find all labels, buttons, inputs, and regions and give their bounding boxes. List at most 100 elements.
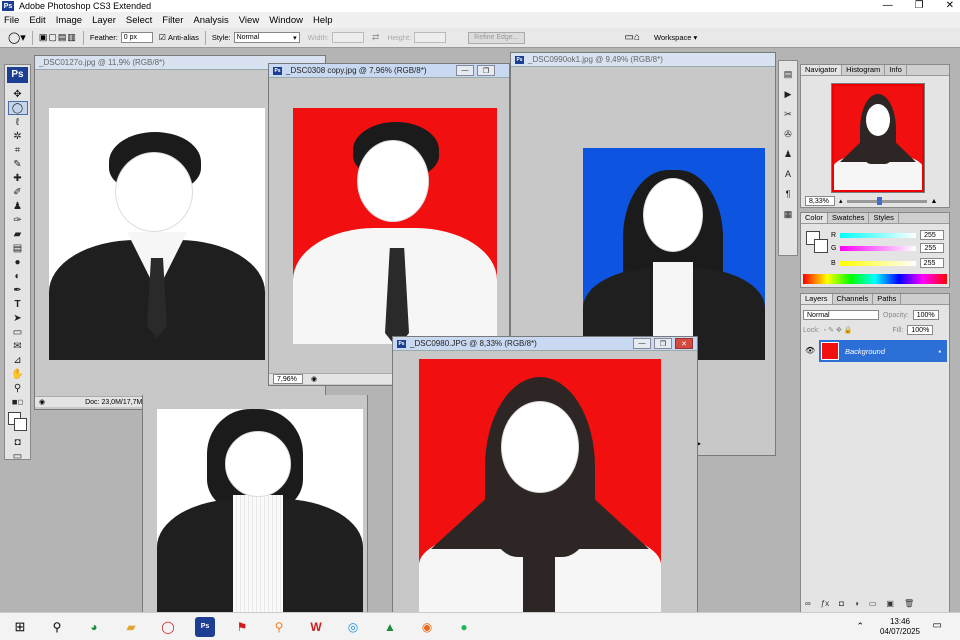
google-drive-icon[interactable]: ▲ — [380, 617, 400, 637]
brushes-panel-icon[interactable]: ✇ — [781, 127, 795, 141]
clone-source-icon[interactable]: ♟ — [781, 147, 795, 161]
feather-input[interactable]: 0 px — [120, 32, 153, 43]
antialias-checkbox[interactable]: ☑ — [159, 33, 166, 42]
shape-tool-icon[interactable]: ▭ — [8, 325, 28, 339]
width-input[interactable] — [331, 32, 364, 43]
adjustment-layer-icon[interactable]: ◑ — [854, 599, 859, 608]
menu-image[interactable]: Image — [56, 15, 82, 26]
default-colors-icon[interactable]: ◼◻ — [8, 395, 28, 409]
pdf-reader-icon[interactable]: ⚑ — [232, 617, 252, 637]
chrome-icon[interactable]: ◕ — [84, 617, 104, 637]
tray-chevron-up-icon[interactable]: ⌃ — [856, 621, 864, 632]
new-layer-icon[interactable]: ▣ — [886, 599, 894, 608]
document-title-bar[interactable]: Ps _DSC0308 copy.jpg @ 7,96% (RGB/8*) — … — [269, 64, 509, 78]
workspace-button[interactable]: Workspace ▾ — [654, 33, 697, 42]
navigator-view-box[interactable] — [832, 84, 924, 192]
new-group-icon[interactable]: ▭ — [869, 599, 877, 608]
tab-navigator[interactable]: Navigator — [801, 65, 843, 75]
menu-window[interactable]: Window — [269, 15, 303, 26]
spotify-icon[interactable]: ● — [454, 617, 474, 637]
lock-icons[interactable]: ▫ ✎ ✥ 🔒 — [824, 326, 853, 334]
close-button[interactable]: ✕ — [946, 0, 954, 11]
document-window-5[interactable] — [142, 395, 368, 615]
menu-layer[interactable]: Layer — [92, 15, 116, 26]
magic-wand-icon[interactable]: ✲ — [8, 129, 28, 143]
zoom-out-icon[interactable]: ▴ — [839, 197, 843, 205]
edge-icon[interactable]: ◎ — [343, 617, 363, 637]
channel-r-input[interactable]: 255 — [920, 230, 945, 240]
type-tool-icon[interactable]: T — [8, 297, 28, 311]
menu-filter[interactable]: Filter — [162, 15, 183, 26]
elliptical-marquee-icon[interactable]: ◯▾ — [8, 31, 26, 44]
zoom-input[interactable]: 7,96% — [273, 374, 303, 384]
eyedropper-icon[interactable]: ✎ — [8, 157, 28, 171]
lasso-tool-icon[interactable]: ℓ — [8, 115, 28, 129]
tab-histogram[interactable]: Histogram — [842, 65, 886, 75]
visibility-eye-icon[interactable]: 👁 — [805, 346, 815, 355]
workspace-icon[interactable]: ▭⌂ — [625, 32, 641, 43]
menu-file[interactable]: File — [4, 15, 19, 26]
document-title-bar[interactable]: Ps _DSC0980.JPG @ 8,33% (RGB/8*) — ❐ ✕ — [393, 337, 697, 351]
character-panel-icon[interactable]: A — [781, 167, 795, 181]
tab-channels[interactable]: Channels — [833, 294, 874, 304]
doc-minimize-button[interactable]: — — [633, 338, 651, 349]
channel-b-slider[interactable] — [839, 260, 916, 266]
brush-tool-icon[interactable]: ✐ — [8, 185, 28, 199]
doc-close-button[interactable]: ✕ — [675, 338, 693, 349]
color-spectrum-ramp[interactable] — [803, 274, 947, 284]
status-info-icon[interactable]: ◉ — [39, 398, 45, 406]
windows-start-icon[interactable]: ⊞ — [10, 617, 30, 637]
document-window-4[interactable]: Ps _DSC0980.JPG @ 8,33% (RGB/8*) — ❐ ✕ — [392, 336, 698, 615]
foreground-background-swatch[interactable] — [7, 411, 29, 433]
navigator-zoom-slider[interactable] — [846, 196, 927, 205]
menu-edit[interactable]: Edit — [29, 15, 45, 26]
tab-swatches[interactable]: Swatches — [828, 213, 870, 223]
opera-icon[interactable]: ◯ — [158, 617, 178, 637]
tool-presets-icon[interactable]: ✂ — [781, 107, 795, 121]
photoshop-taskbar-icon[interactable]: Ps — [195, 616, 215, 637]
color-swatch-pair[interactable] — [806, 231, 830, 255]
opacity-input[interactable]: 100% — [912, 310, 939, 320]
minimize-button[interactable]: — — [883, 0, 893, 11]
screen-mode-icon[interactable]: ▭ — [8, 449, 28, 463]
blur-tool-icon[interactable]: ● — [8, 255, 28, 269]
notes-tool-icon[interactable]: ✉ — [8, 339, 28, 353]
refine-edge-button[interactable]: Refine Edge... — [468, 31, 525, 44]
system-clock[interactable]: 13:46 04/07/2025 — [880, 617, 920, 637]
wps-office-icon[interactable]: W — [306, 617, 326, 637]
delete-layer-icon[interactable]: 🗑 — [904, 599, 914, 608]
zoom-tool-icon[interactable]: ⚲ — [8, 381, 28, 395]
path-selection-icon[interactable]: ➤ — [8, 311, 28, 325]
layer-style-icon[interactable]: ƒx — [821, 599, 829, 608]
elliptical-marquee-tool-icon[interactable]: ◯ — [7, 101, 28, 115]
paragraph-panel-icon[interactable]: ¶ — [781, 187, 795, 201]
history-panel-icon[interactable]: ▤ — [781, 67, 795, 81]
notifications-icon[interactable]: ▭ — [933, 620, 942, 631]
search-icon[interactable]: ⚲ — [47, 617, 67, 637]
swap-icon[interactable]: ⇄ — [372, 32, 380, 43]
layer-mask-icon[interactable]: ◘ — [839, 599, 844, 608]
doc-restore-button[interactable]: ❐ — [477, 65, 495, 76]
tab-color[interactable]: Color — [801, 213, 828, 223]
layer-background[interactable]: Background ▪ — [819, 340, 947, 362]
dodge-tool-icon[interactable]: ◐ — [8, 269, 28, 283]
doc-restore-button[interactable]: ❐ — [654, 338, 672, 349]
search-app-icon[interactable]: ⚲ — [269, 617, 289, 637]
blend-mode-select[interactable]: Normal — [803, 310, 879, 320]
doc-minimize-button[interactable]: — — [456, 65, 474, 76]
navigator-thumbnail[interactable] — [831, 83, 925, 193]
status-info-icon[interactable]: ◉ — [311, 375, 317, 383]
clone-stamp-icon[interactable]: ♟ — [8, 199, 28, 213]
pen-tool-icon[interactable]: ✒ — [8, 283, 28, 297]
gradient-tool-icon[interactable]: ▤ — [8, 241, 28, 255]
channel-g-input[interactable]: 255 — [920, 243, 945, 253]
height-input[interactable] — [414, 32, 447, 43]
layer-comps-icon[interactable]: ▦ — [781, 207, 795, 221]
channel-g-slider[interactable] — [840, 245, 917, 251]
restore-button[interactable]: ❐ — [915, 0, 924, 11]
tab-layers[interactable]: Layers — [801, 294, 833, 304]
tab-info[interactable]: Info — [885, 65, 907, 75]
menu-view[interactable]: View — [239, 15, 259, 26]
link-layers-icon[interactable]: ∞ — [805, 599, 811, 608]
tab-paths[interactable]: Paths — [873, 294, 902, 304]
